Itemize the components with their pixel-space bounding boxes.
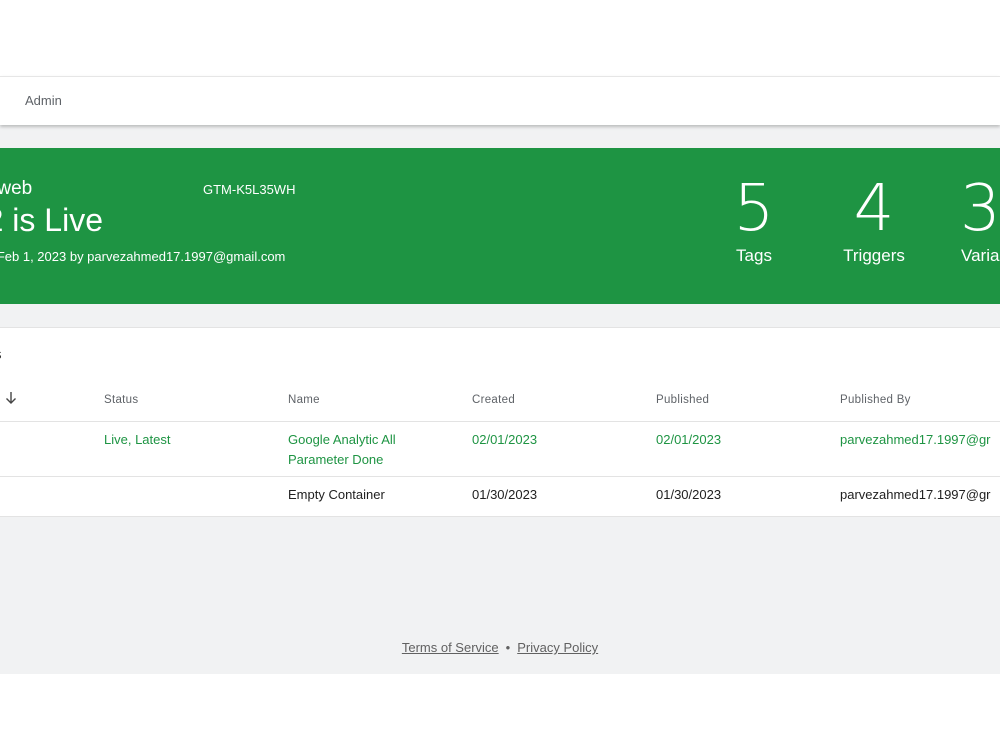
stat-tags[interactable]: 5 Tags [704, 172, 804, 266]
stat-triggers-value: 4 [853, 172, 895, 246]
stat-triggers-label: Triggers [843, 246, 905, 265]
row-published-by: parvezahmed17.1997@gr [840, 432, 991, 447]
top-nav-bar: Admin [0, 76, 1000, 125]
published-info: d Feb 1, 2023 by parvezahmed17.1997@gmai… [0, 249, 286, 264]
stat-variables-value: 3 [960, 172, 1000, 246]
row-created: 01/30/2023 [472, 487, 538, 502]
column-header-status[interactable]: Status [104, 394, 138, 406]
stat-variables[interactable]: 3 Varia [940, 172, 1000, 266]
stat-triggers[interactable]: 4 Triggers [824, 172, 924, 266]
versions-card: s Status Name Created Published Publishe… [0, 327, 1000, 517]
row-name[interactable]: Empty Container [288, 485, 385, 505]
footer: Terms of Service • Privacy Policy [0, 640, 1000, 655]
column-header-published[interactable]: Published [656, 394, 709, 406]
live-version-banner: ce web GTM-K5L35WH sion 2 is Live d Feb … [0, 148, 1000, 304]
row-name[interactable]: Google Analytic All Parameter Done [288, 430, 438, 470]
container-id: GTM-K5L35WH [203, 182, 296, 197]
column-header-created[interactable]: Created [472, 394, 515, 406]
row-status: Live, Latest [104, 432, 171, 447]
row-published: 02/01/2023 [656, 432, 722, 447]
row-created: 02/01/2023 [472, 432, 538, 447]
versions-section-title: s [0, 346, 2, 363]
divider [0, 421, 1000, 422]
container-name: ce web [0, 178, 33, 199]
column-header-name[interactable]: Name [288, 394, 320, 406]
footer-separator: • [505, 640, 511, 655]
stat-tags-label: Tags [736, 246, 772, 265]
stat-tags-value: 5 [733, 172, 775, 246]
column-header-published-by[interactable]: Published By [840, 394, 911, 406]
terms-of-service-link[interactable]: Terms of Service [402, 640, 499, 655]
row-published-by: parvezahmed17.1997@gr [840, 487, 991, 502]
version-title: sion 2 is Live [0, 202, 103, 238]
privacy-policy-link[interactable]: Privacy Policy [517, 640, 598, 655]
row-published: 01/30/2023 [656, 487, 722, 502]
arrow-down-icon[interactable] [4, 390, 18, 406]
stat-variables-label: Varia [961, 246, 1000, 265]
divider [0, 476, 1000, 477]
tab-admin[interactable]: Admin [25, 93, 62, 108]
